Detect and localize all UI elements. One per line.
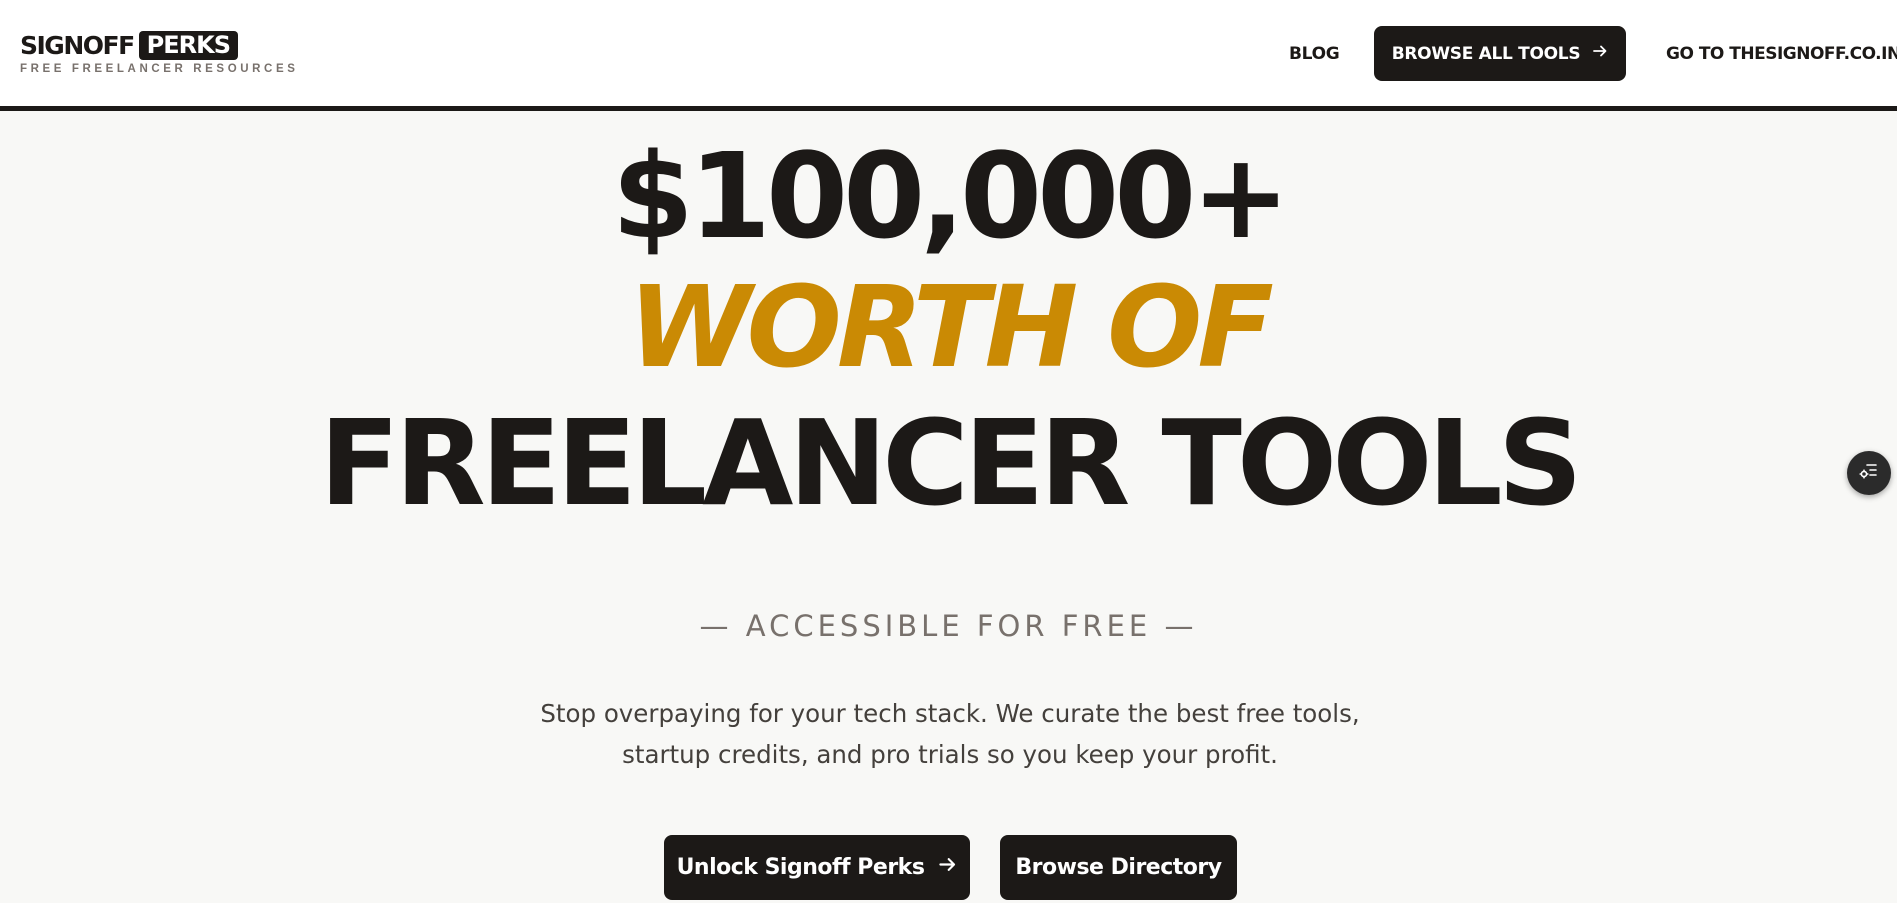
unlock-signoff-perks-label: Unlock Signoff Perks <box>676 855 925 880</box>
logo-word-perks: PERKS <box>138 31 239 60</box>
browse-all-tools-button[interactable]: BROWSE ALL TOOLS <box>1374 26 1626 81</box>
nav-blog-link[interactable]: BLOG <box>1289 42 1340 66</box>
browse-all-tools-label: BROWSE ALL TOOLS <box>1391 43 1581 64</box>
list-settings-icon <box>1858 460 1880 486</box>
browse-directory-label: Browse Directory <box>1015 855 1222 880</box>
hero-headline-amount: $100,000+ <box>611 127 1290 265</box>
logo-wordmark: SIGNOFF PERKS <box>20 30 299 61</box>
floating-menu-button[interactable] <box>1847 451 1891 495</box>
nav-go-to-thesignoff-link[interactable]: GO TO THESIGNOFF.CO.IN <box>1666 42 1897 66</box>
hero-headline-freelancer-tools: FREELANCER TOOLS <box>319 394 1582 532</box>
hero-headline-worth-of: WORTH OF <box>628 263 1274 393</box>
logo-word-signoff: SIGNOFF <box>20 31 135 60</box>
unlock-signoff-perks-button[interactable]: Unlock Signoff Perks <box>664 835 970 900</box>
site-header: SIGNOFF PERKS FREE FREELANCER RESOURCES … <box>0 0 1897 111</box>
browse-directory-button[interactable]: Browse Directory <box>1000 835 1237 900</box>
logo-tagline: FREE FREELANCER RESOURCES <box>20 63 299 75</box>
hero-tagline: — ACCESSIBLE FOR FREE — <box>699 609 1198 643</box>
arrow-right-icon <box>938 855 957 880</box>
hero-description: Stop overpaying for your tech stack. We … <box>540 699 1360 769</box>
arrow-right-icon <box>1592 43 1608 64</box>
logo[interactable]: SIGNOFF PERKS FREE FREELANCER RESOURCES <box>20 30 299 75</box>
